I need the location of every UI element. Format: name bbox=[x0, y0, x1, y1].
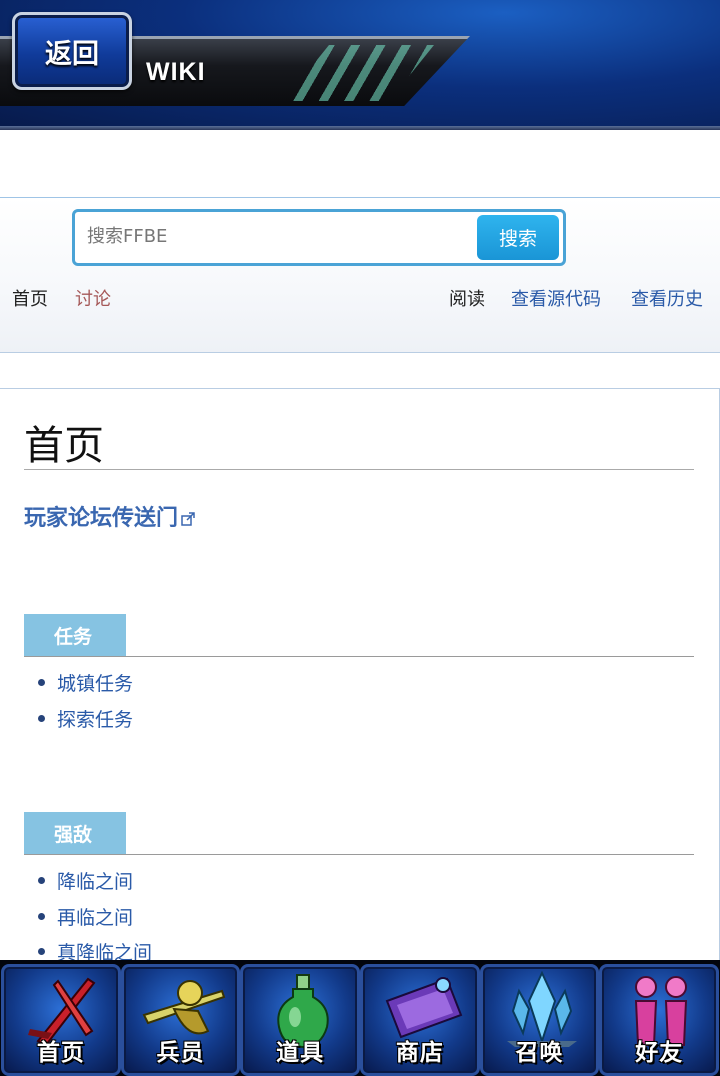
external-link-icon bbox=[181, 512, 195, 526]
title-divider bbox=[24, 469, 694, 470]
list-item-label: 探索任务 bbox=[57, 709, 134, 731]
section-heading-bosses: 强敌 bbox=[24, 812, 126, 855]
bullet-icon bbox=[38, 913, 45, 920]
bottom-nav: 首页 兵员 道具 商店 召唤 好友 bbox=[0, 960, 720, 1076]
forum-link[interactable]: 玩家论坛传送门 bbox=[24, 500, 195, 532]
search-box: 搜索 bbox=[72, 209, 566, 266]
tab-view-source[interactable]: 查看源代码 bbox=[511, 285, 601, 311]
bullet-icon bbox=[38, 679, 45, 686]
list-item[interactable]: 降临之间 bbox=[38, 867, 133, 894]
search-tabs-panel: 搜索 首页 讨论 阅读 查看源代码 查看历史 bbox=[0, 197, 720, 353]
nav-shop[interactable]: 商店 bbox=[360, 964, 480, 1076]
tab-read[interactable]: 阅读 bbox=[449, 285, 485, 311]
list-item[interactable]: 城镇任务 bbox=[38, 669, 133, 696]
section-divider bbox=[24, 854, 694, 855]
list-item-label: 再临之间 bbox=[57, 907, 134, 929]
bullet-icon bbox=[38, 877, 45, 884]
list-item[interactable]: 再临之间 bbox=[38, 903, 133, 930]
nav-label: 商店 bbox=[395, 1040, 444, 1066]
list-item[interactable]: 探索任务 bbox=[38, 705, 133, 732]
nav-units[interactable]: 兵员 bbox=[120, 964, 241, 1076]
tab-talk[interactable]: 讨论 bbox=[75, 285, 111, 311]
section-heading-quests: 任务 bbox=[24, 614, 126, 657]
forum-link-label: 玩家论坛传送门 bbox=[24, 506, 179, 531]
nav-home[interactable]: 首页 bbox=[1, 964, 121, 1076]
section-divider bbox=[24, 656, 694, 657]
decorative-stripes bbox=[284, 45, 434, 101]
back-button[interactable]: 返回 bbox=[12, 12, 132, 90]
nav-label: 道具 bbox=[276, 1040, 325, 1066]
nav-label: 好友 bbox=[635, 1040, 684, 1066]
search-input[interactable] bbox=[87, 221, 467, 251]
tab-view-history[interactable]: 查看历史 bbox=[631, 285, 703, 311]
main-content: 首页 玩家论坛传送门 任务 城镇任务 探索任务 强敌 降临之间 再临之间 真降临… bbox=[0, 388, 720, 968]
list-item-label: 降临之间 bbox=[57, 871, 134, 893]
nav-label: 首页 bbox=[36, 1040, 85, 1066]
wiki-title: WIKI bbox=[146, 58, 206, 86]
nav-label: 兵员 bbox=[156, 1040, 205, 1066]
app-header: WIKI 返回 bbox=[0, 0, 720, 130]
tab-home[interactable]: 首页 bbox=[12, 285, 48, 311]
bullet-icon bbox=[38, 715, 45, 722]
search-button[interactable]: 搜索 bbox=[477, 215, 559, 260]
list-item-label: 城镇任务 bbox=[57, 673, 134, 695]
bullet-icon bbox=[38, 948, 45, 955]
back-button-label: 返回 bbox=[45, 38, 99, 70]
nav-summon[interactable]: 召唤 bbox=[479, 964, 600, 1076]
nav-friends[interactable]: 好友 bbox=[599, 964, 720, 1076]
page-title: 首页 bbox=[24, 423, 104, 469]
nav-items[interactable]: 道具 bbox=[240, 964, 361, 1076]
nav-label: 召唤 bbox=[515, 1040, 564, 1066]
